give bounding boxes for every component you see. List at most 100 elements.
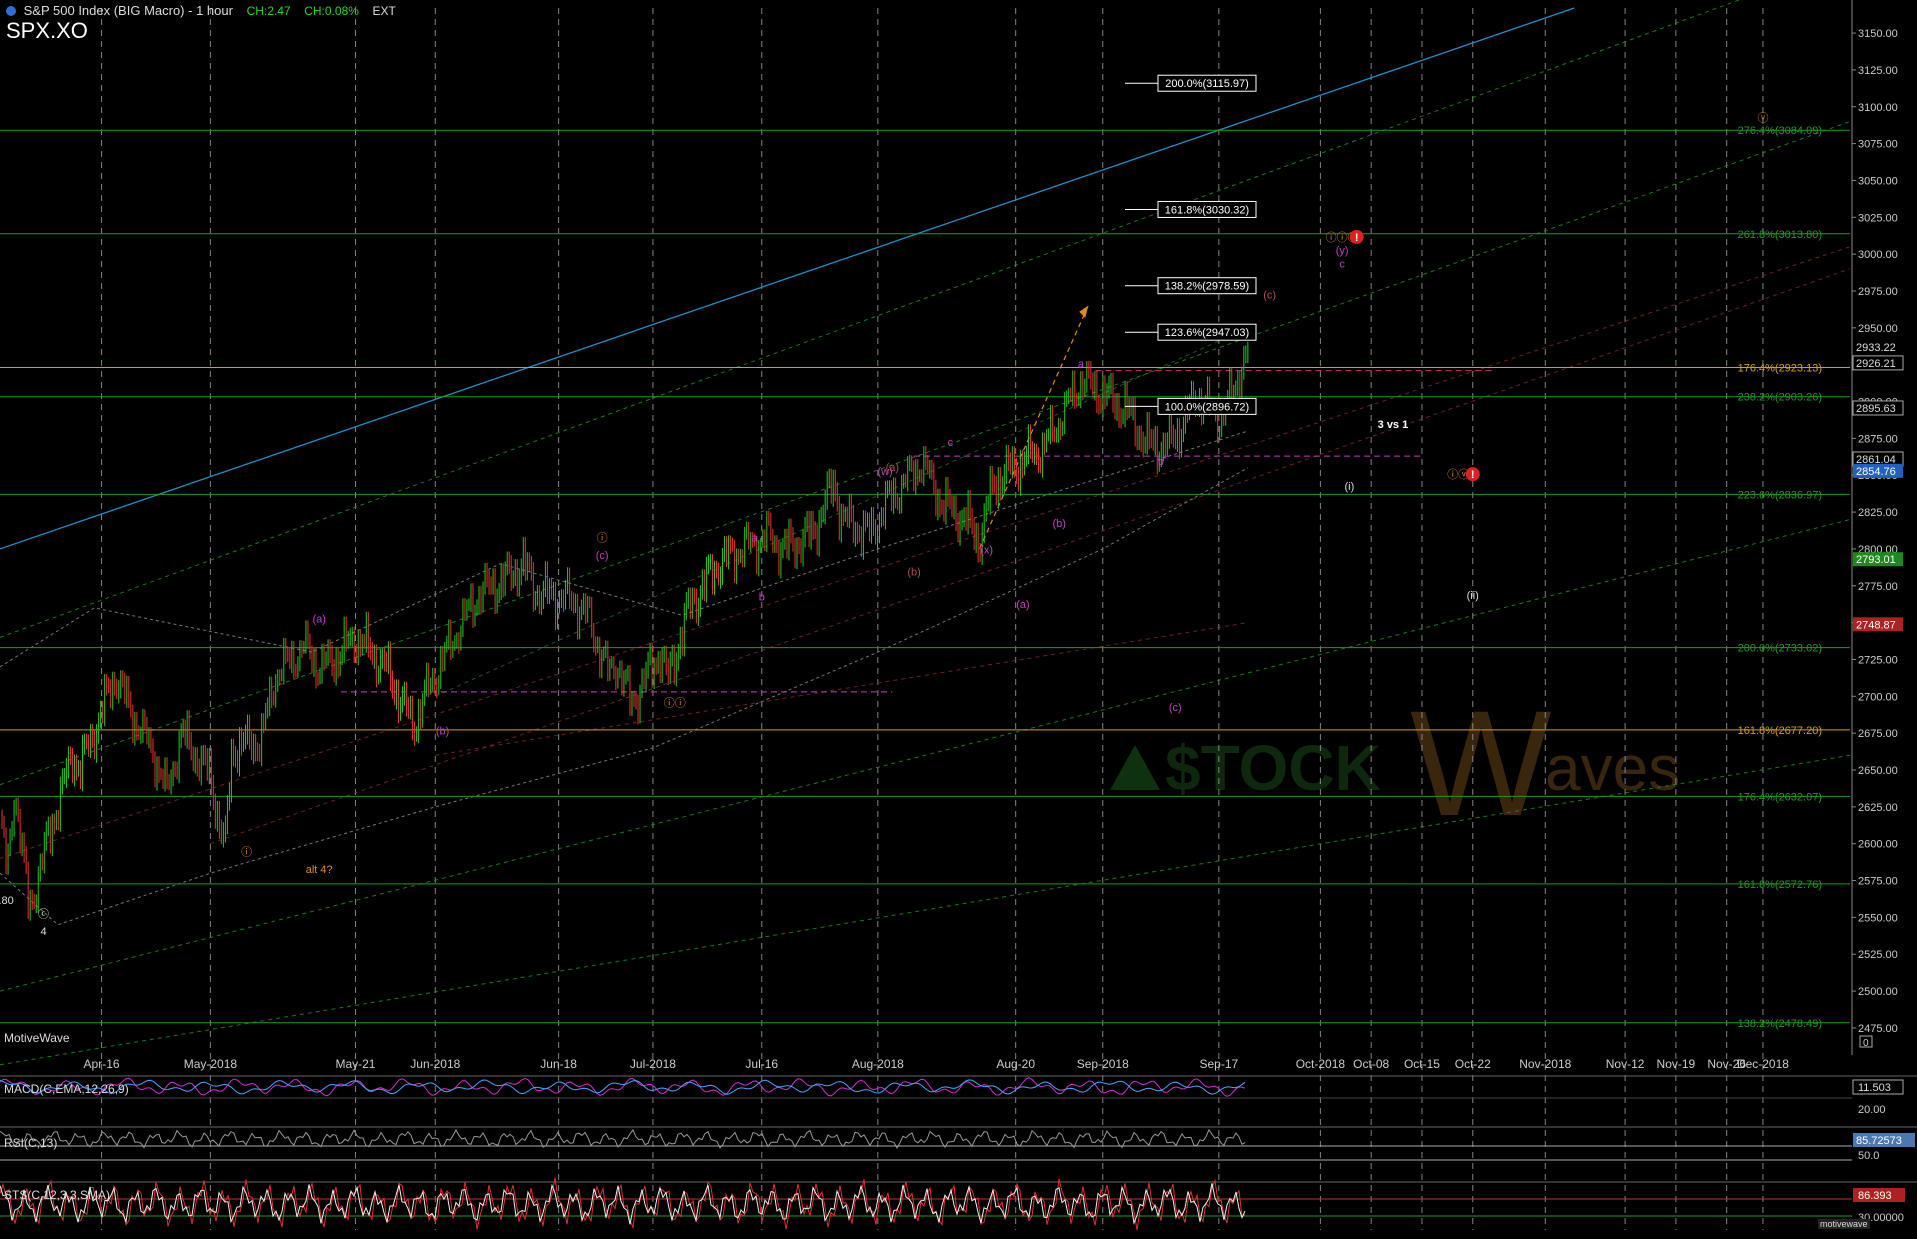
price-axis-label: 2875.00 <box>1858 433 1898 445</box>
gold-level-label: 161.8%(2677.20) <box>1738 725 1822 737</box>
x-tick-label: Jul-2018 <box>630 1057 676 1071</box>
wave-label: (c) <box>1263 289 1276 301</box>
price-axis-label: 3050.00 <box>1858 175 1898 187</box>
extension-label: 123.6%(2947.03) <box>1165 327 1249 339</box>
price-axis-label: 2725.00 <box>1858 654 1898 666</box>
alert-icon-glyph: ! <box>1355 232 1359 244</box>
x-tick-label: Nov-19 <box>1657 1057 1696 1071</box>
change-value: CH:2.47 <box>246 4 291 18</box>
brand-label: MotiveWave <box>4 1031 70 1045</box>
price-axis-label: 2475.00 <box>1858 1023 1898 1035</box>
watermark-aves-text: aves <box>1545 732 1680 804</box>
price-tag: 2748.87 <box>1856 619 1896 631</box>
wave-label: (i) <box>1345 481 1355 493</box>
wave-label: (a) <box>312 614 325 626</box>
brand-label-small: motivewave <box>1818 1219 1870 1229</box>
x-tick-label: Nov-12 <box>1606 1057 1645 1071</box>
rsi-title: RSI(C,13) <box>4 1136 57 1150</box>
x-tick-label: Apr-16 <box>84 1057 120 1071</box>
wave-label: 53.80 <box>0 895 14 907</box>
gold-level-label: 176.4%(2923.13) <box>1738 362 1822 374</box>
alert-icon-glyph: ! <box>1471 469 1475 481</box>
rsi-tick: 50.0 <box>1858 1150 1879 1162</box>
x-tick-label: Jul-16 <box>745 1057 778 1071</box>
x-tick-label: Jun-18 <box>540 1057 577 1071</box>
axis-zero-label: 0 <box>1863 1038 1869 1049</box>
x-tick-label: Dec-2018 <box>1737 1057 1789 1071</box>
extension-label: 161.8%(3030.32) <box>1165 204 1249 216</box>
price-axis-label: 2500.00 <box>1858 986 1898 998</box>
price-tag: 2854.76 <box>1856 466 1896 478</box>
x-tick-label: Jun-2018 <box>410 1057 460 1071</box>
price-axis-label: 3125.00 <box>1858 65 1898 77</box>
change-percent: CH:0.08% <box>304 4 359 18</box>
x-tick-label: Aug-20 <box>996 1057 1035 1071</box>
price-axis-label: 2625.00 <box>1858 802 1898 814</box>
price-tag: 2926.21 <box>1856 358 1896 370</box>
price-axis-label: 3100.00 <box>1858 102 1898 114</box>
chart-root: $TOCK Waves Apr-16 May-2018 May-21 Jun-2018 Ju… <box>0 0 1917 1234</box>
price-axis-label: 2600.00 <box>1858 839 1898 851</box>
price-axis-label: 2650.00 <box>1858 765 1898 777</box>
fib-level-label: 176.4%(2632.07) <box>1738 791 1822 803</box>
wave-label: 4 <box>40 926 46 938</box>
chart-header: S&P 500 Index (BIG Macro) - 1 hour CH:2.… <box>6 3 396 18</box>
wave-label: (c) <box>1169 702 1182 714</box>
price-axis-label: 2775.00 <box>1858 581 1898 593</box>
wave-label: (a) <box>886 462 899 474</box>
price-axis-label: 3000.00 <box>1858 249 1898 261</box>
symbol-dot-icon <box>6 6 16 16</box>
x-tick-label: Oct-15 <box>1404 1057 1440 1071</box>
wave-label: 3 vs 1 <box>1378 419 1409 431</box>
rsi-value: 85.72573 <box>1856 1135 1902 1147</box>
price-axis-label: 3150.00 <box>1858 28 1898 40</box>
fib-level-label: 223.6%(2836.97) <box>1738 489 1822 501</box>
fib-level-label: 161.8%(2572.76) <box>1738 879 1822 891</box>
price-axis-label: 3025.00 <box>1858 212 1898 224</box>
wave-label: (x) <box>980 544 993 556</box>
price-axis-label: 2700.00 <box>1858 691 1898 703</box>
wave-label: b <box>1158 456 1164 468</box>
symbol-label: SPX.XO <box>6 18 88 43</box>
macd-tick: 20.00 <box>1858 1104 1886 1116</box>
wave-label: (b) <box>436 726 449 738</box>
extension-label: 200.0%(3115.97) <box>1165 78 1249 90</box>
price-axis-label: 2575.00 <box>1858 876 1898 888</box>
fib-level-label: 261.8%(3013.80) <box>1738 229 1822 241</box>
wave-label: ⓘ <box>241 845 252 858</box>
price-axis-label: 2675.00 <box>1858 728 1898 740</box>
chart-background <box>0 0 1917 1234</box>
price-axis-label: 2950.00 <box>1858 323 1898 335</box>
wave-label: c <box>1339 258 1345 270</box>
x-tick-label: Sep-2018 <box>1077 1057 1129 1071</box>
wave-label: (y) <box>1336 245 1349 257</box>
session-type: EXT <box>372 4 396 18</box>
extension-label: 138.2%(2978.59) <box>1165 281 1249 293</box>
x-tick-label: Nov-2018 <box>1519 1057 1571 1071</box>
stoch-value: 86.393 <box>1858 1190 1892 1202</box>
x-tick-label: Aug-2018 <box>852 1057 904 1071</box>
wave-label: (b) <box>907 566 920 578</box>
price-axis-label: 2975.00 <box>1858 286 1898 298</box>
price-tag: 2933.22 <box>1856 342 1896 354</box>
wave-label: c <box>948 437 954 449</box>
wave-label: ⓒ <box>38 907 49 920</box>
wave-label: ⓘ <box>597 532 608 545</box>
fib-level-label: 200.0%(2733.02) <box>1738 643 1822 655</box>
wave-label: (a) <box>1016 599 1029 611</box>
wave-label: a <box>1078 359 1085 371</box>
x-tick-label: Oct-08 <box>1353 1057 1389 1071</box>
macd-title: MACD(C,EMA,12,26,9) <box>4 1082 129 1096</box>
wave-label: (ii) <box>1467 590 1479 602</box>
x-tick-label: May-21 <box>335 1057 375 1071</box>
chart-svg: $TOCK Waves Apr-16 May-2018 May-21 Jun-2018 Ju… <box>0 0 1917 1234</box>
wave-label: (c) <box>596 550 609 562</box>
wave-label: b <box>759 592 765 604</box>
extension-label: 100.0%(2896.72) <box>1165 401 1249 413</box>
x-tick-label: Oct-2018 <box>1296 1057 1346 1071</box>
fib-level-label: 238.2%(2903.26) <box>1738 392 1822 404</box>
wave-label: a <box>751 533 758 545</box>
macd-value: 11.503 <box>1858 1082 1891 1094</box>
wave-label: ⓘⓘ <box>664 697 686 710</box>
price-tag: 2793.01 <box>1856 554 1896 566</box>
